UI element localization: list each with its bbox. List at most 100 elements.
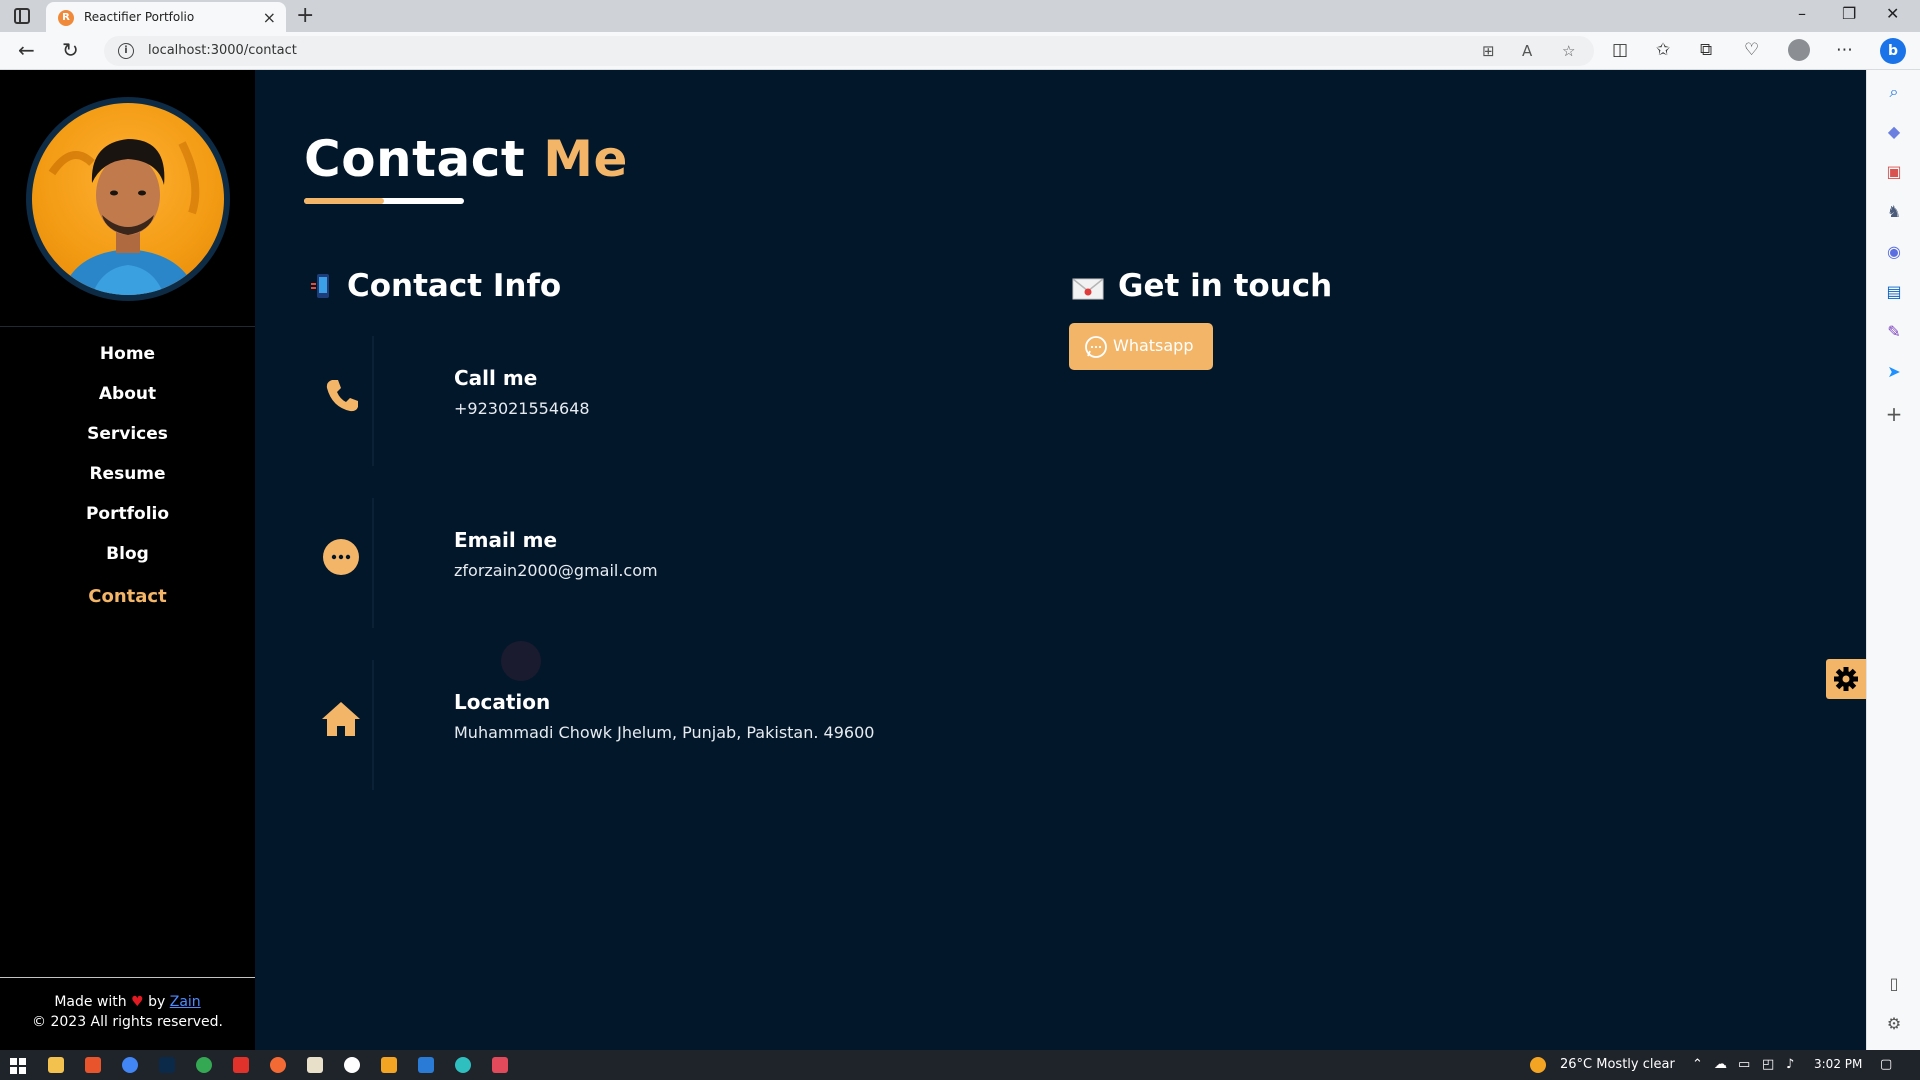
bing-copilot-icon[interactable]: b bbox=[1880, 38, 1906, 64]
browser-tab[interactable]: R Reactifier Portfolio × bbox=[46, 2, 286, 32]
tab-close-icon[interactable]: × bbox=[263, 8, 276, 27]
gear-icon bbox=[1834, 667, 1858, 691]
profile-avatar-icon[interactable] bbox=[1788, 39, 1810, 61]
network-icon[interactable]: ◰ bbox=[1762, 1057, 1774, 1072]
new-tab-button[interactable]: + bbox=[296, 3, 314, 28]
notepad-icon[interactable] bbox=[307, 1057, 323, 1073]
onedrive-icon[interactable]: ☁ bbox=[1714, 1057, 1727, 1072]
page-title-main: Contact bbox=[304, 130, 526, 188]
favorites-icon[interactable]: ✩ bbox=[1656, 40, 1670, 60]
tab-title: Reactifier Portfolio bbox=[84, 10, 195, 24]
app-icon-2[interactable] bbox=[196, 1057, 212, 1073]
contact-card-call: Call me +923021554648 bbox=[304, 336, 904, 466]
refresh-icon[interactable]: ↻ bbox=[62, 38, 79, 62]
weather-icon[interactable] bbox=[1530, 1057, 1546, 1073]
windows-start-icon[interactable] bbox=[10, 1058, 26, 1074]
tools-icon[interactable]: ▣ bbox=[1884, 162, 1904, 182]
tab-actions-icon[interactable] bbox=[14, 8, 30, 24]
weather-text[interactable]: 26°C Mostly clear bbox=[1560, 1057, 1675, 1072]
app-icon-6[interactable] bbox=[492, 1057, 508, 1073]
site-info-icon[interactable]: i bbox=[118, 43, 134, 59]
wps-icon[interactable] bbox=[233, 1057, 249, 1073]
nav-item-resume[interactable]: Resume bbox=[0, 464, 255, 484]
contact-info-heading: Contact Info bbox=[347, 268, 562, 304]
call-label: Call me bbox=[454, 366, 538, 390]
phone-number: +923021554648 bbox=[454, 399, 590, 418]
shopping-tag-icon[interactable]: ◆ bbox=[1884, 122, 1904, 142]
windows-taskbar: 26°C Mostly clear ⌃ ☁ ▭ ◰ ♪ 3:02 PM ▢ bbox=[0, 1050, 1920, 1080]
nav-item-blog[interactable]: Blog bbox=[0, 544, 255, 564]
split-screen-icon[interactable]: ◫ bbox=[1612, 40, 1628, 60]
app-icon-1[interactable] bbox=[85, 1057, 101, 1073]
url-text: localhost:3000/contact bbox=[148, 43, 297, 58]
app-icon-5[interactable] bbox=[381, 1057, 397, 1073]
tray-overflow-icon[interactable]: ⌃ bbox=[1692, 1057, 1703, 1072]
mobile-phone-icon bbox=[311, 274, 329, 298]
browser-essentials-icon[interactable]: ♡ bbox=[1744, 40, 1759, 60]
photoshop-icon[interactable] bbox=[159, 1057, 175, 1073]
restore-button[interactable]: ❐ bbox=[1842, 4, 1856, 23]
nav-item-portfolio[interactable]: Portfolio bbox=[0, 504, 255, 524]
get-in-touch-heading: Get in touch bbox=[1118, 268, 1333, 304]
display-icon[interactable]: ▭ bbox=[1738, 1057, 1750, 1072]
card-divider bbox=[372, 498, 374, 628]
address-bar[interactable]: i localhost:3000/contact ⊞ A ☆ bbox=[104, 36, 1594, 66]
whatsapp-button[interactable]: Whatsapp bbox=[1069, 323, 1213, 370]
hide-sidebar-icon[interactable]: ▯ bbox=[1884, 974, 1904, 994]
profile-photo bbox=[32, 103, 224, 295]
footer-by: by bbox=[148, 994, 166, 1010]
nav-item-about[interactable]: About bbox=[0, 384, 255, 404]
page-title: Contact Me bbox=[304, 130, 628, 188]
theme-settings-button[interactable] bbox=[1826, 659, 1866, 699]
email-address: zforzain2000@gmail.com bbox=[454, 561, 658, 580]
app-available-icon[interactable]: ⊞ bbox=[1482, 42, 1495, 60]
nav-item-contact[interactable]: Contact bbox=[0, 586, 255, 607]
office-icon[interactable]: ◉ bbox=[1884, 242, 1904, 262]
file-explorer-icon[interactable] bbox=[48, 1057, 64, 1073]
contact-card-location: Location Muhammadi Chowk Jhelum, Punjab,… bbox=[304, 660, 904, 790]
chrome-icon[interactable] bbox=[122, 1057, 138, 1073]
heart-icon: ♥ bbox=[131, 994, 144, 1010]
envelope-icon bbox=[1072, 278, 1104, 300]
designer-icon[interactable]: ✎ bbox=[1884, 322, 1904, 342]
favicon-icon: R bbox=[58, 10, 74, 26]
collections-icon[interactable]: ⧉ bbox=[1700, 40, 1712, 60]
add-sidebar-app-icon[interactable]: + bbox=[1884, 404, 1904, 424]
drop-icon[interactable]: ➤ bbox=[1884, 362, 1904, 382]
vscode-icon[interactable] bbox=[418, 1057, 434, 1073]
footer-copyright: © 2023 All rights reserved. bbox=[32, 1014, 223, 1030]
card-divider bbox=[372, 660, 374, 790]
sidebar-settings-icon[interactable]: ⚙ bbox=[1884, 1014, 1904, 1034]
author-link[interactable]: Zain bbox=[170, 994, 201, 1010]
footer-credit: Made with ♥ by Zain bbox=[0, 994, 255, 1010]
volume-icon[interactable]: ♪ bbox=[1786, 1057, 1794, 1072]
outlook-icon[interactable]: ▤ bbox=[1884, 282, 1904, 302]
cursor-highlight bbox=[501, 641, 541, 681]
phone-icon bbox=[326, 380, 358, 412]
whatsapp-icon bbox=[1085, 336, 1107, 358]
notifications-icon[interactable]: ▢ bbox=[1880, 1057, 1892, 1072]
app-icon-4[interactable] bbox=[344, 1057, 360, 1073]
nav-item-home[interactable]: Home bbox=[0, 344, 255, 364]
location-label: Location bbox=[454, 690, 551, 714]
search-icon[interactable]: ⌕ bbox=[1884, 82, 1904, 102]
whatsapp-label: Whatsapp bbox=[1113, 336, 1194, 355]
favorite-star-icon[interactable]: ☆ bbox=[1562, 42, 1575, 60]
home-icon bbox=[322, 702, 360, 736]
email-label: Email me bbox=[454, 528, 558, 552]
more-options-icon[interactable]: ⋯ bbox=[1836, 40, 1853, 60]
chat-icon bbox=[323, 539, 359, 575]
avatar bbox=[26, 97, 230, 301]
page-title-accent: Me bbox=[543, 130, 628, 188]
read-aloud-icon[interactable]: A bbox=[1522, 42, 1532, 60]
nav-item-services[interactable]: Services bbox=[0, 424, 255, 444]
app-icon-3[interactable] bbox=[270, 1057, 286, 1073]
clock[interactable]: 3:02 PM bbox=[1814, 1057, 1862, 1071]
window-close-button[interactable]: ✕ bbox=[1886, 4, 1899, 23]
back-icon[interactable]: ← bbox=[18, 38, 35, 62]
minimize-button[interactable]: – bbox=[1798, 4, 1806, 23]
edge-sidebar: ⌕ ◆ ▣ ♞ ◉ ▤ ✎ ➤ + ▯ ⚙ bbox=[1866, 70, 1920, 1050]
card-divider bbox=[372, 336, 374, 466]
edge-taskbar-icon[interactable] bbox=[455, 1057, 471, 1073]
games-icon[interactable]: ♞ bbox=[1884, 202, 1904, 222]
